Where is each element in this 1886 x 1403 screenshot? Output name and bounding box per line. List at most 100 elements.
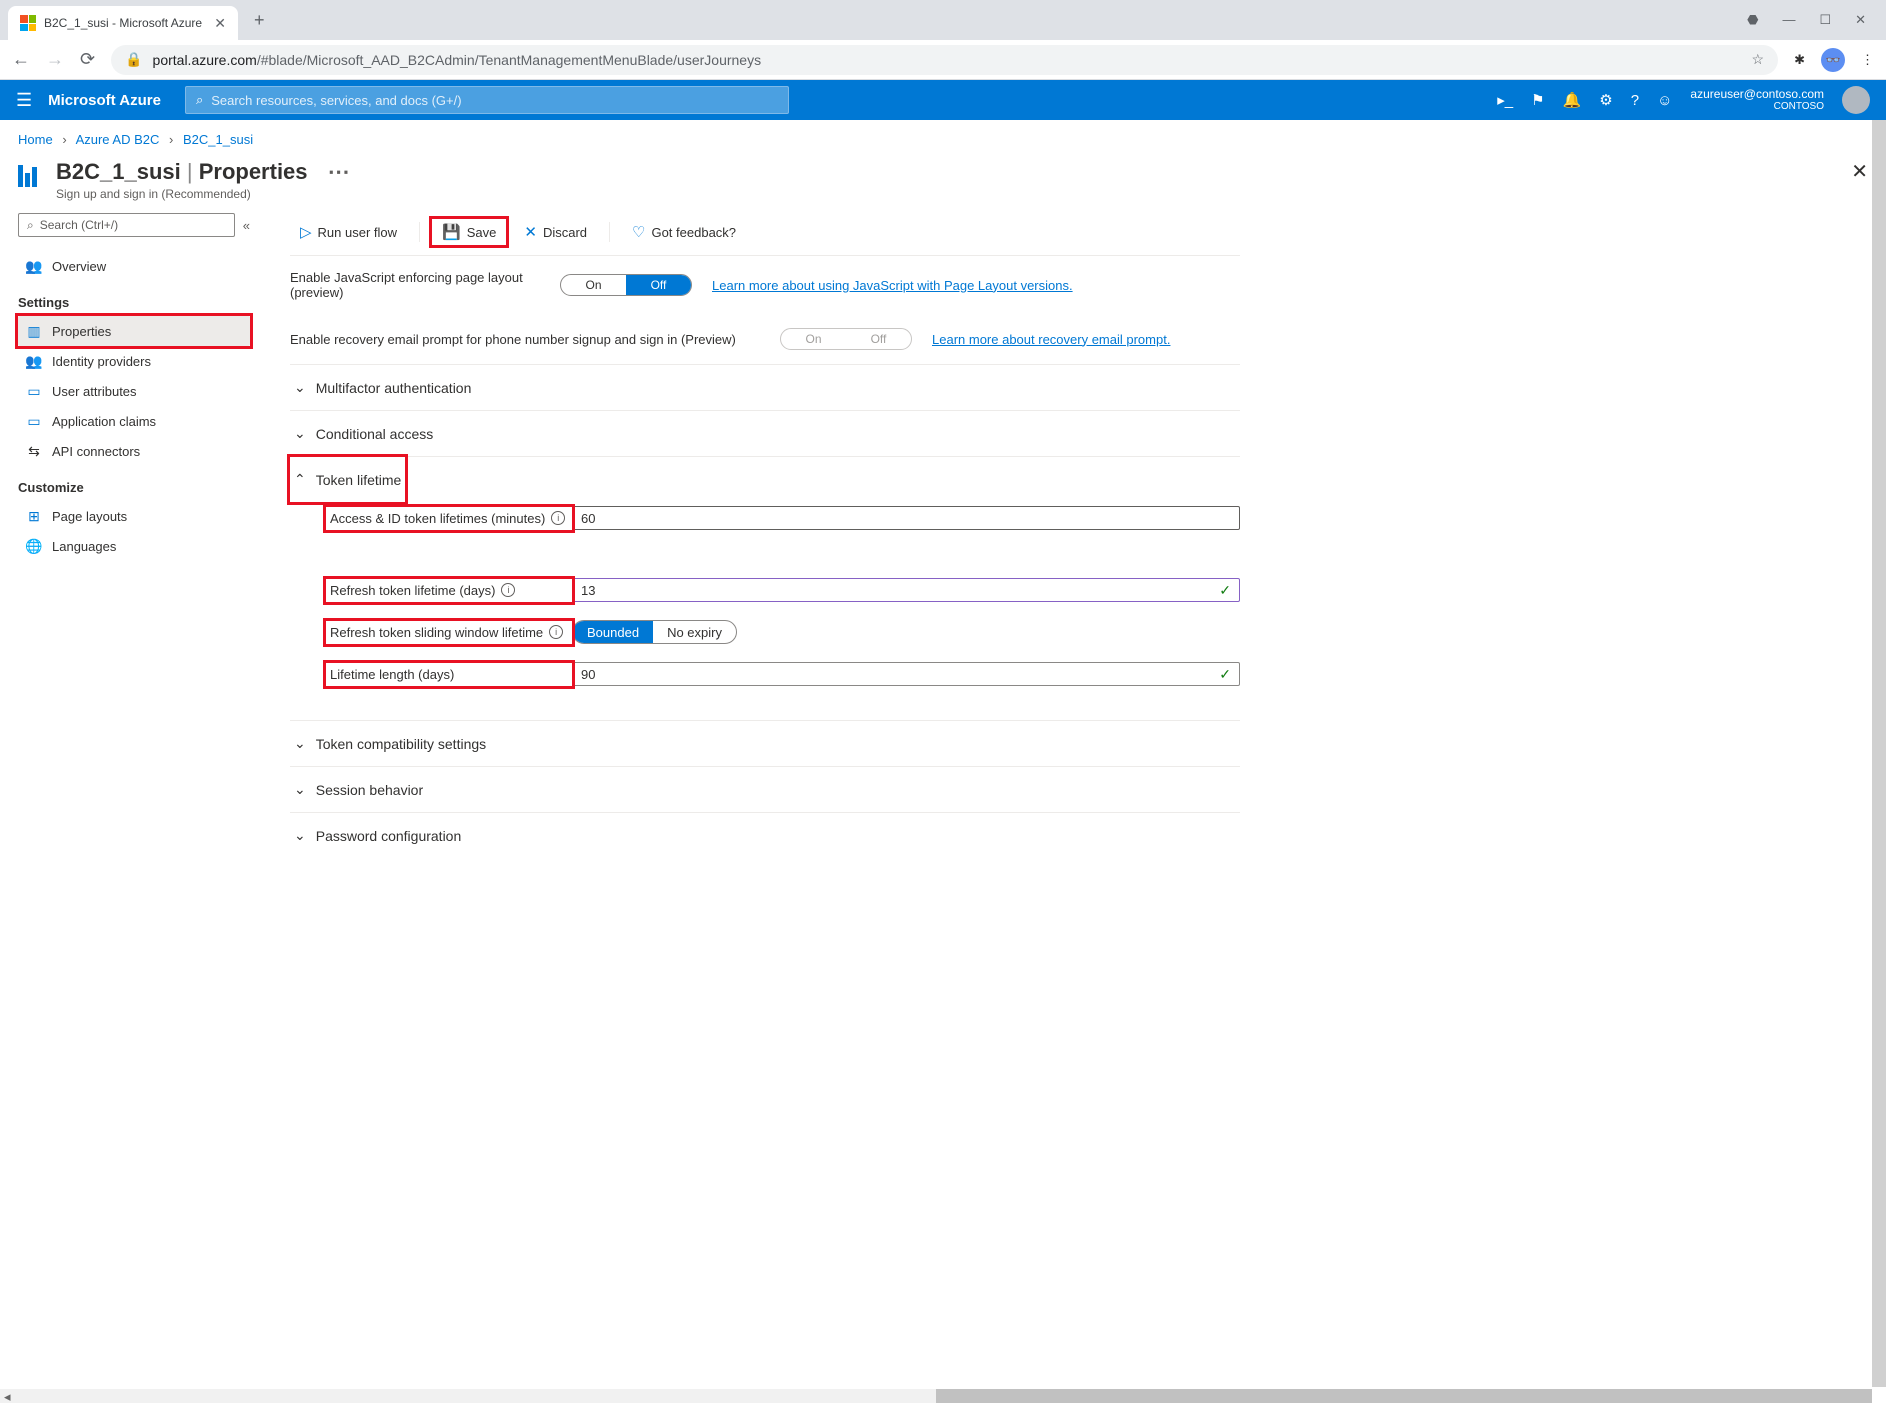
azure-logo[interactable]: Microsoft Azure <box>48 92 185 109</box>
minimize-icon[interactable]: — <box>1782 12 1795 28</box>
chevron-down-icon: ⌄ <box>294 379 306 396</box>
search-icon: ⌕ <box>27 218 34 233</box>
js-toggle-off[interactable]: Off <box>626 275 691 295</box>
collapse-sidebar-icon[interactable]: « <box>243 218 250 233</box>
scroll-left-icon[interactable]: ◂ <box>0 1389 15 1403</box>
sidebar-item-application-claims[interactable]: ▭ Application claims <box>18 406 250 436</box>
back-button[interactable]: ← <box>12 49 30 70</box>
sidebar-item-page-layouts[interactable]: ⊞ Page layouts <box>18 501 250 531</box>
discard-icon: ✕ <box>524 223 537 241</box>
section-token-lifetime-header[interactable]: ⌃ Token lifetime <box>290 457 405 502</box>
extensions-icon[interactable]: ✱ <box>1794 52 1805 68</box>
breadcrumb-current[interactable]: B2C_1_susi <box>183 132 253 147</box>
account-tenant: CONTOSO <box>1690 101 1824 113</box>
reload-button[interactable]: ⟳ <box>80 49 95 70</box>
js-toggle[interactable]: On Off <box>560 274 692 296</box>
refresh-token-input[interactable]: 13 ✓ <box>572 578 1240 602</box>
field-lifetime-length: Lifetime length (days) 90 ✓ <box>326 662 1240 686</box>
info-icon[interactable]: i <box>549 625 563 639</box>
field-access-token: Access & ID token lifetimes (minutes) i … <box>326 506 1240 530</box>
sidebar-item-user-attributes[interactable]: ▭ User attributes <box>18 376 250 406</box>
section-session: ⌄ Session behavior <box>290 766 1240 812</box>
feedback-button[interactable]: ♡ Got feedback? <box>622 219 746 245</box>
js-learn-link[interactable]: Learn more about using JavaScript with P… <box>712 278 1073 293</box>
account-email: azureuser@contoso.com <box>1690 87 1824 101</box>
section-conditional-header[interactable]: ⌄ Conditional access <box>290 411 1240 456</box>
section-mfa-header[interactable]: ⌄ Multifactor authentication <box>290 365 1240 410</box>
sidebar-item-properties[interactable]: ▥ Properties <box>18 316 250 346</box>
section-password: ⌄ Password configuration <box>290 812 1240 858</box>
people-icon: 👥 <box>26 353 42 369</box>
maximize-icon[interactable]: ☐ <box>1819 12 1831 28</box>
info-icon[interactable]: i <box>551 511 565 525</box>
section-password-header[interactable]: ⌄ Password configuration <box>290 813 1240 858</box>
profile-avatar[interactable]: 👓 <box>1821 48 1845 72</box>
help-icon[interactable]: ? <box>1631 92 1639 109</box>
chevron-down-icon: ⌄ <box>294 735 306 752</box>
breadcrumb-b2c[interactable]: Azure AD B2C <box>76 132 160 147</box>
section-token-compat: ⌄ Token compatibility settings <box>290 720 1240 766</box>
browser-tab[interactable]: B2C_1_susi - Microsoft Azure ✕ <box>8 6 238 40</box>
main-content: ▷ Run user flow 💾 Save ✕ Discard ♡ Got f… <box>260 213 1260 858</box>
more-menu[interactable]: ⋯ <box>328 159 352 184</box>
check-icon: ✓ <box>1219 666 1231 683</box>
chevron-down-icon: ⌄ <box>294 425 306 442</box>
sidebar-search[interactable]: ⌕ Search (Ctrl+/) <box>18 213 235 237</box>
run-user-flow-button[interactable]: ▷ Run user flow <box>290 219 407 245</box>
new-tab-button[interactable]: + <box>254 10 265 31</box>
section-conditional: ⌄ Conditional access <box>290 410 1240 456</box>
field-sliding-window: Refresh token sliding window lifetime i … <box>326 620 1240 644</box>
sidebar-heading-customize: Customize <box>18 480 250 495</box>
sidebar-heading-settings: Settings <box>18 295 250 310</box>
feedback-icon[interactable]: ☺ <box>1657 92 1672 109</box>
directory-icon[interactable]: ⚑ <box>1531 91 1544 109</box>
tab-title: B2C_1_susi - Microsoft Azure <box>44 16 206 30</box>
sidebar-item-overview[interactable]: 👥 Overview <box>18 251 250 281</box>
forward-button[interactable]: → <box>46 49 64 70</box>
hamburger-menu[interactable]: ☰ <box>0 90 48 111</box>
discard-button[interactable]: ✕ Discard <box>514 219 597 245</box>
close-window-icon[interactable]: ✕ <box>1855 12 1866 28</box>
notifications-icon[interactable]: 🔔 <box>1563 91 1582 109</box>
access-token-input[interactable]: 60 <box>572 506 1240 530</box>
horizontal-scrollbar[interactable]: ◂ ▸ <box>0 1389 1872 1403</box>
account-menu[interactable]: azureuser@contoso.com CONTOSO <box>1690 87 1824 113</box>
url-input[interactable]: 🔒 portal.azure.com/#blade/Microsoft_AAD_… <box>111 45 1778 75</box>
js-toggle-on[interactable]: On <box>561 275 626 295</box>
shield-icon[interactable]: ⬣ <box>1747 12 1758 28</box>
sliding-window-toggle[interactable]: Bounded No expiry <box>572 620 737 644</box>
recovery-learn-link[interactable]: Learn more about recovery email prompt. <box>932 332 1170 347</box>
close-blade-button[interactable]: ✕ <box>1851 159 1868 184</box>
sidebar-item-identity-providers[interactable]: 👥 Identity providers <box>18 346 250 376</box>
chrome-menu-icon[interactable]: ⋮ <box>1861 52 1874 68</box>
global-search[interactable]: ⌕ <box>185 86 789 114</box>
extension-icons: ✱ 👓 ⋮ <box>1794 48 1874 72</box>
layout-icon: ⊞ <box>26 508 42 524</box>
search-input[interactable] <box>211 93 778 108</box>
pill-no-expiry[interactable]: No expiry <box>653 621 736 643</box>
info-icon[interactable]: i <box>501 583 515 597</box>
breadcrumb: Home › Azure AD B2C › B2C_1_susi <box>0 120 1886 155</box>
save-button[interactable]: 💾 Save <box>432 219 506 245</box>
tab-close-icon[interactable]: ✕ <box>214 15 226 32</box>
avatar[interactable] <box>1842 86 1870 114</box>
breadcrumb-home[interactable]: Home <box>18 132 53 147</box>
section-token-compat-header[interactable]: ⌄ Token compatibility settings <box>290 721 1240 766</box>
pill-bounded[interactable]: Bounded <box>573 621 653 643</box>
star-icon[interactable]: ☆ <box>1752 51 1765 68</box>
settings-icon[interactable]: ⚙ <box>1599 91 1612 109</box>
lifetime-length-input[interactable]: 90 ✓ <box>572 662 1240 686</box>
globe-icon: 🌐 <box>26 538 42 554</box>
sidebar-item-api-connectors[interactable]: ⇆ API connectors <box>18 436 250 466</box>
refresh-token-label: Refresh token lifetime (days) i <box>326 579 572 602</box>
vertical-scrollbar[interactable] <box>1872 120 1886 1387</box>
sidebar-item-languages[interactable]: 🌐 Languages <box>18 531 250 561</box>
setting-recovery-email: Enable recovery email prompt for phone n… <box>290 314 1240 364</box>
cloud-shell-icon[interactable]: ▸_ <box>1497 91 1513 109</box>
tab-bar: B2C_1_susi - Microsoft Azure ✕ + ⬣ — ☐ ✕ <box>0 0 1886 40</box>
search-icon: ⌕ <box>196 92 203 108</box>
js-label: Enable JavaScript enforcing page layout … <box>290 270 540 300</box>
recovery-toggle-off: Off <box>846 329 911 349</box>
section-session-header[interactable]: ⌄ Session behavior <box>290 767 1240 812</box>
access-token-label: Access & ID token lifetimes (minutes) i <box>326 507 572 530</box>
